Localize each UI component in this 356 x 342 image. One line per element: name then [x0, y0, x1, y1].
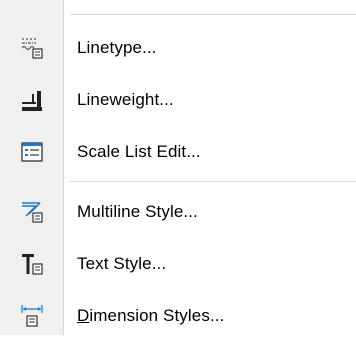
menu-item-linetype[interactable]: Linetype... — [0, 22, 356, 74]
linetype-icon — [0, 22, 63, 74]
menu-item-text-style[interactable]: Text Style... — [0, 238, 356, 290]
menu-item-label: Dimension Styles... — [77, 306, 224, 326]
menu-item-label: Text Style... — [77, 254, 167, 273]
menu-item-dimension-styles[interactable]: Dimension Styles... — [0, 290, 356, 342]
menu-item-scale-list-edit[interactable]: Scale List Edit... — [0, 126, 356, 178]
menu-item-multiline-style[interactable]: Multiline Style... — [0, 186, 356, 238]
multiline-style-icon — [0, 186, 63, 238]
dimension-styles-icon — [0, 290, 63, 342]
menu-item-label: Multiline Style... — [77, 202, 198, 221]
menu-item-label: Lineweight... — [77, 90, 174, 109]
accelerator-key: D — [77, 306, 90, 325]
text-style-icon — [0, 238, 63, 290]
menu-separator — [70, 181, 356, 182]
menu-item-label: Scale List Edit... — [77, 142, 201, 161]
context-menu: Linetype... Lineweight... Scale List Edi… — [0, 0, 356, 335]
scale-list-icon — [0, 126, 63, 178]
menu-separator — [70, 14, 356, 15]
menu-item-label: Linetype... — [77, 38, 157, 57]
label-text: imension Styles... — [89, 306, 225, 325]
menu-item-lineweight[interactable]: Lineweight... — [0, 74, 356, 126]
lineweight-icon — [0, 74, 63, 126]
